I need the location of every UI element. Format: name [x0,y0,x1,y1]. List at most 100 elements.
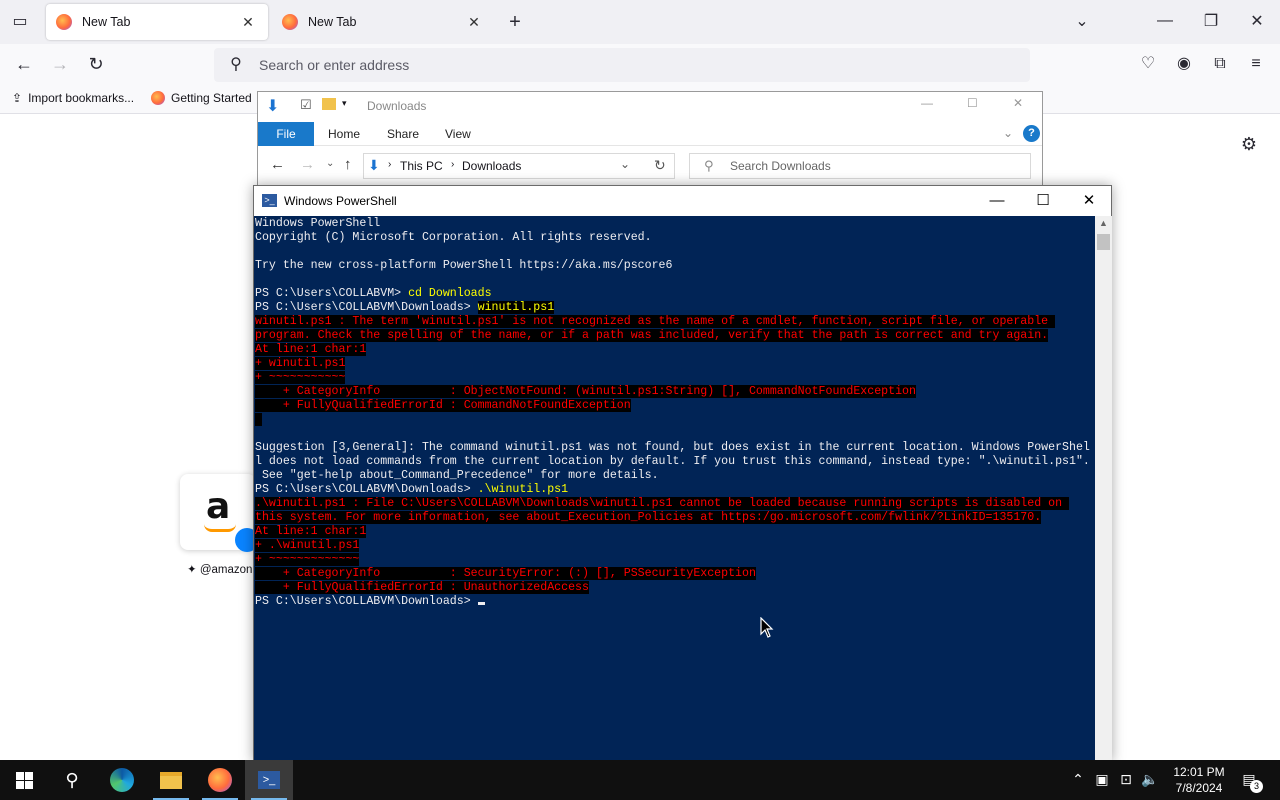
close-window-icon[interactable]: ✕ [1066,186,1112,216]
properties-check-icon[interactable]: ☑ [300,97,312,113]
windows-logo-icon [15,771,33,789]
file-explorer-window[interactable]: ⬇ ☑ ▾ Downloads — ☐ ✕ File Home Share Vi… [257,91,1043,191]
console-line [255,413,1095,427]
pocket-icon[interactable]: ♡ [1136,54,1160,74]
start-button[interactable] [0,760,48,800]
bookmark-import[interactable]: ⇪ Import bookmarks... [12,91,134,105]
address-bar[interactable]: ⚲ Search or enter address [214,48,1030,82]
search-icon: ⚲ [230,56,242,73]
show-hidden-icons-chevron-icon[interactable]: ⌃ [1069,771,1087,788]
menu-hamburger-icon[interactable]: ≡ [1244,54,1268,74]
powershell-console[interactable]: Windows PowerShell Copyright (C) Microsof… [254,216,1095,762]
breadcrumb-this-pc[interactable]: This PC [400,159,443,173]
newtab-settings-gear-icon[interactable]: ⚙ [1237,134,1261,154]
console-command: cd Downloads [408,287,492,300]
tab-list-icon[interactable]: ▭ [8,12,32,32]
console-line: + ~~~~~~~~~~~ [255,371,1095,385]
maximize-icon[interactable]: ☐ [967,96,978,110]
up-arrow-icon[interactable]: ↑ [344,156,352,173]
new-tab-plus-icon[interactable]: + [503,12,527,32]
taskbar-file-explorer[interactable] [147,760,195,800]
text-cursor-icon [477,602,485,605]
console-error-text: .\winutil.ps1 : File C:\Users\COLLABVM\D… [255,497,1070,510]
console-command: winutil.ps1 [477,301,555,314]
maximize-icon[interactable]: ☐ [1020,186,1066,216]
tab-new-tab-1[interactable]: New Tab ✕ [46,4,268,40]
extensions-icon[interactable]: ⧉ [1208,54,1232,74]
console-scrollbar[interactable]: ▲ [1095,216,1112,762]
close-tab-icon[interactable]: ✕ [464,14,484,31]
downloads-arrow-icon: ⬇ [266,98,280,115]
close-window-icon[interactable]: ✕ [1245,12,1269,32]
forward-arrow-icon[interactable]: → [300,156,315,173]
taskbar-edge[interactable] [98,760,146,800]
taskbar-firefox[interactable] [196,760,244,800]
refresh-icon[interactable]: ↻ [654,157,666,174]
scroll-up-icon[interactable]: ▲ [1099,218,1108,228]
folder-icon[interactable] [322,98,336,110]
amazon-logo-icon: a [206,486,231,527]
firefox-icon [208,768,232,792]
tab-overflow-chevron-icon[interactable]: ⌄ [1070,12,1094,32]
clock[interactable]: 12:01 PM 7/8/2024 [1166,764,1232,796]
recent-locations-chevron-icon[interactable]: ⌄ [326,158,334,169]
taskbar-powershell[interactable]: >_ [245,760,293,800]
explorer-title-bar[interactable]: ⬇ ☑ ▾ Downloads — ☐ ✕ [258,92,1042,120]
console-prompt: PS C:\Users\COLLABVM\Downloads> [255,595,478,608]
shortcut-label: ✦ @amazon [187,564,253,576]
ribbon-expand-chevron-icon[interactable]: ⌄ [1003,126,1013,140]
search-button[interactable]: ⚲ [48,760,96,800]
minimize-icon[interactable]: — [921,96,933,110]
ribbon-tab-home[interactable]: Home [328,122,360,146]
amazon-smile-icon [204,524,236,532]
forward-arrow-icon[interactable]: → [48,54,72,74]
console-error-text: At line:1 char:1 [255,525,367,538]
console-prompt: PS C:\Users\COLLABVM\Downloads> [255,483,478,496]
breadcrumb-downloads[interactable]: Downloads [462,159,521,173]
console-output-text: Windows PowerShell [255,217,381,230]
minimize-icon[interactable]: — [974,186,1020,216]
console-error-text: + CategoryInfo : ObjectNotFound: (winuti… [255,385,916,398]
back-arrow-icon[interactable]: ← [12,54,36,74]
restore-icon[interactable]: ❐ [1199,12,1223,32]
import-icon: ⇪ [12,91,23,105]
account-icon[interactable]: ◉ [1172,54,1196,74]
console-error-text: + FullyQualifiedErrorId : CommandNotFoun… [255,399,631,412]
powershell-title-bar[interactable]: >_ Windows PowerShell — ☐ ✕ [254,186,1111,216]
search-icon: ⚲ [704,158,714,173]
downloads-arrow-icon: ⬇ [368,157,380,173]
console-line: + FullyQualifiedErrorId : UnauthorizedAc… [255,581,1095,595]
breadcrumb-separator-icon: › [388,159,392,170]
console-error-text: winutil.ps1 : The term 'winutil.ps1' is … [255,315,1056,328]
console-output-text: See "get-help about_Command_Precedence" … [255,469,659,482]
explorer-address-bar[interactable]: ⬇ › This PC › Downloads ⌄ ↻ [363,153,675,179]
network-icon[interactable]: ⊡ [1117,771,1135,788]
meet-now-icon[interactable]: ▣ [1093,771,1111,788]
help-icon[interactable]: ? [1023,125,1040,142]
bookmark-label: Getting Started [171,91,252,105]
explorer-title: Downloads [367,99,427,113]
console-line: this system. For more information, see a… [255,511,1095,525]
powershell-window[interactable]: >_ Windows PowerShell — ☐ ✕ Windows Powe… [253,185,1112,762]
quick-access-dropdown-icon[interactable]: ▾ [342,98,347,109]
bookmark-getting-started[interactable]: Getting Started [151,91,252,105]
tab-new-tab-2[interactable]: New Tab ✕ [272,4,494,40]
address-dropdown-chevron-icon[interactable]: ⌄ [620,157,630,171]
back-arrow-icon[interactable]: ← [270,156,285,173]
minimize-icon[interactable]: — [1153,11,1177,31]
close-window-icon[interactable]: ✕ [1013,96,1023,110]
ribbon-tab-share[interactable]: Share [387,122,419,146]
console-line: + winutil.ps1 [255,357,1095,371]
volume-muted-icon[interactable]: 🔈 [1141,771,1159,788]
explorer-search-box[interactable]: ⚲ Search Downloads [689,153,1031,179]
scrollbar-thumb[interactable] [1097,234,1110,250]
console-line: + ~~~~~~~~~~~~~ [255,553,1095,567]
console-line: .\winutil.ps1 : File C:\Users\COLLABVM\D… [255,497,1095,511]
reload-icon[interactable]: ↻ [84,54,108,74]
powershell-icon: >_ [262,194,277,207]
close-tab-icon[interactable]: ✕ [238,14,258,31]
console-error-text [255,413,262,426]
ribbon-tab-file[interactable]: File [258,122,314,146]
ribbon-tab-view[interactable]: View [445,122,471,146]
firefox-icon [56,14,72,30]
